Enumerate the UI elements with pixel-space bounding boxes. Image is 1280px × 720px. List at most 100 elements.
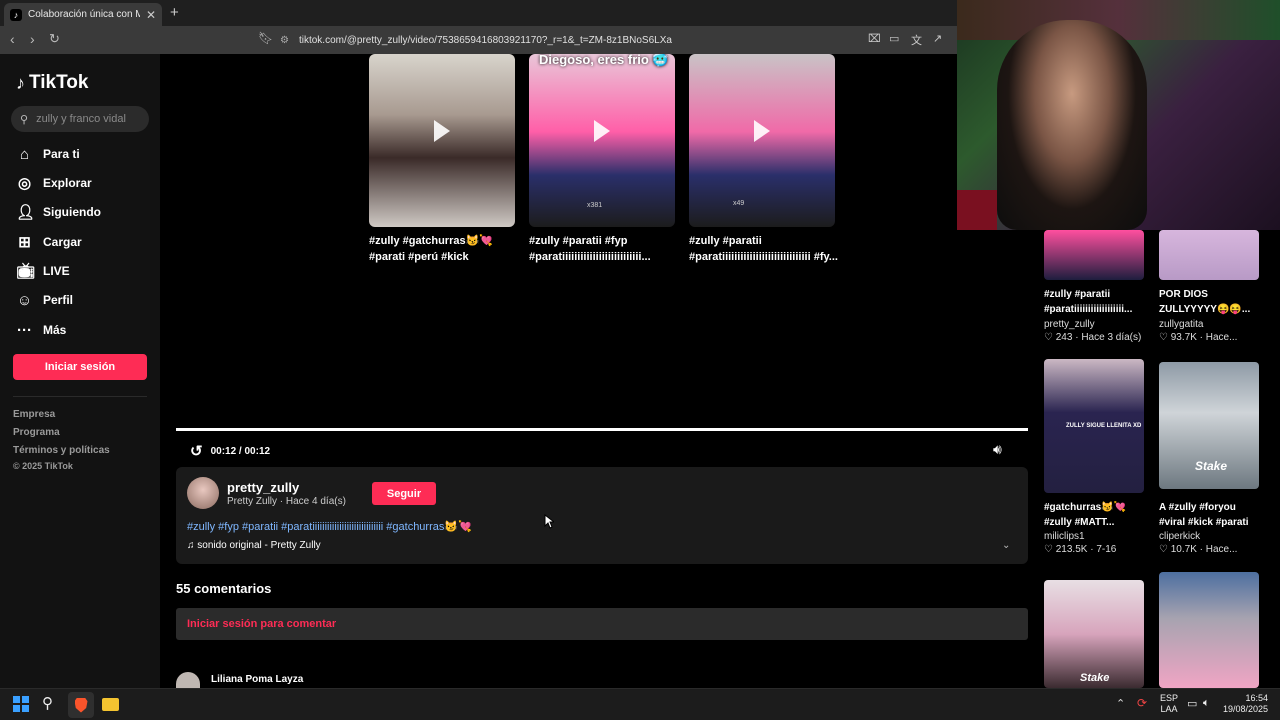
- plus-square-icon: ⊞: [18, 234, 31, 251]
- related-video-caption[interactable]: #zully #paratii #fyp #paratiiiiiiiiiiiii…: [529, 233, 679, 265]
- site-info-icon[interactable]: ⚙: [280, 35, 289, 46]
- suggested-video-caption[interactable]: POR DIOS ZULLYYYYY😝😝...: [1159, 287, 1269, 317]
- comment-author[interactable]: Liliana Poma Layza: [211, 674, 303, 685]
- suggested-video-author[interactable]: miliclips1: [1044, 531, 1085, 542]
- avatar[interactable]: [187, 477, 219, 509]
- footer-link-empresa[interactable]: Empresa: [13, 409, 55, 420]
- caption-line: #zully #paratii: [689, 235, 762, 247]
- mouse-cursor-icon: [544, 514, 554, 529]
- stake-watermark: Stake: [1080, 672, 1110, 684]
- pip-icon[interactable]: ▭: [889, 32, 899, 45]
- related-video-caption[interactable]: #zully #paratii #paratiiiiiiiiiiiiiiiiii…: [689, 233, 839, 265]
- search-input[interactable]: ⚲ zully y franco vidal: [11, 106, 149, 132]
- translate-icon[interactable]: 文: [911, 32, 922, 48]
- suggested-video-caption[interactable]: A #zully #foryou #viral #kick #parati: [1159, 500, 1269, 530]
- compass-icon: ◎: [17, 175, 32, 192]
- music-link[interactable]: ♫ sonido original - Pretty Zully: [187, 540, 321, 551]
- clock-date: 19/08/2025: [1222, 704, 1268, 714]
- bookmark-icon[interactable]: 🔖︎: [258, 31, 273, 45]
- sidebar-item-label: Explorar: [43, 176, 92, 190]
- language-indicator[interactable]: ESP LAA: [1160, 693, 1178, 715]
- sidebar-item-explorar[interactable]: ◎ Explorar: [16, 173, 92, 193]
- windows-start-icon[interactable]: [13, 696, 29, 712]
- commenter-avatar[interactable]: [176, 672, 200, 688]
- taskbar-search-icon[interactable]: ⚲: [42, 694, 53, 712]
- sidebar-item-live[interactable]: 📺︎ LIVE: [16, 261, 70, 281]
- video-description[interactable]: #zully #fyp #paratii #paratiiiiiiiiiiiii…: [187, 520, 472, 533]
- suggested-video-thumbnail[interactable]: [1044, 230, 1144, 280]
- reader-mode-icon[interactable]: ⌧: [868, 32, 881, 45]
- caption-line: #zully #paratii #fyp: [529, 235, 628, 247]
- comment-login-label: Iniciar sesión para comentar: [187, 618, 337, 630]
- suggested-video-meta: ♡ 243 · Hace 3 día(s): [1044, 332, 1142, 343]
- suggested-video-caption[interactable]: #gatchurras😼💘 #zully #MATT...: [1044, 500, 1154, 530]
- footer-link-terminos[interactable]: Términos y políticas: [13, 445, 110, 456]
- sidebar-item-perfil[interactable]: ☺ Perfil: [16, 290, 73, 310]
- login-button[interactable]: Iniciar sesión: [13, 354, 147, 380]
- file-explorer-icon[interactable]: [102, 698, 119, 711]
- caption-line: ZULLYYYYY😝😝...: [1159, 304, 1251, 315]
- caption-line: #zully #gatchurras😼💘: [369, 235, 493, 247]
- sidebar-item-mas[interactable]: ··· Más: [16, 320, 66, 340]
- suggested-video-thumbnail[interactable]: ZULLY SIGUE LLENITA XD: [1044, 359, 1144, 493]
- suggested-video-author[interactable]: zullygatita: [1159, 319, 1203, 330]
- suggested-video-meta: ♡ 213.5K · 7-16: [1044, 544, 1117, 555]
- logo-text: TikTok: [29, 72, 89, 93]
- caption-line: #parati #perú #kick: [369, 251, 469, 263]
- chevron-down-icon[interactable]: ⌄: [1002, 540, 1010, 551]
- chevron-up-icon[interactable]: ⌃: [1116, 697, 1125, 710]
- sidebar-item-label: Siguiendo: [43, 205, 101, 219]
- play-icon: [594, 120, 610, 142]
- suggested-video-author[interactable]: cliperkick: [1159, 531, 1200, 542]
- video-progress-bar[interactable]: [176, 428, 1028, 431]
- footer-link-programa[interactable]: Programa: [13, 427, 60, 438]
- sidebar-item-label: Cargar: [43, 235, 82, 249]
- browser-tab[interactable]: ♪ Colaboración única con Matnaru ✕: [4, 3, 162, 26]
- address-bar[interactable]: ⚙ tiktok.com/@pretty_zully/video/7538659…: [280, 30, 840, 50]
- related-video-thumbnail[interactable]: x49: [689, 54, 835, 227]
- sidebar-item-siguiendo[interactable]: 👤︎ Siguiendo: [16, 202, 101, 222]
- speaker-icon[interactable]: 🔈︎: [1203, 697, 1210, 710]
- stake-watermark: Stake: [1195, 459, 1228, 473]
- tab-title: Colaboración única con Matnaru: [28, 9, 140, 20]
- volume-icon[interactable]: 🔊︎: [993, 441, 1002, 458]
- clock-time: 16:54: [1245, 693, 1268, 703]
- suggested-video-caption[interactable]: #zully #paratii #paratiiiiiiiiiiiiiiiiii…: [1044, 287, 1154, 317]
- related-video-thumbnail[interactable]: [369, 54, 515, 227]
- suggested-video-author[interactable]: pretty_zully: [1044, 319, 1095, 330]
- sync-icon[interactable]: ⟳: [1137, 696, 1147, 710]
- forward-icon[interactable]: ›: [30, 31, 35, 47]
- follow-button[interactable]: Seguir: [372, 482, 436, 505]
- sidebar-item-para-ti[interactable]: ⌂ Para ti: [16, 144, 80, 164]
- sidebar-item-label: Para ti: [43, 147, 80, 161]
- reload-icon[interactable]: ↻: [49, 31, 60, 47]
- home-icon: ⌂: [19, 145, 30, 163]
- tiktok-favicon-icon: ♪: [10, 8, 22, 21]
- player-time: ↺ 00:12 / 00:12: [190, 442, 270, 460]
- back-icon[interactable]: ‹: [10, 31, 15, 47]
- related-video-thumbnail[interactable]: Diegoso, eres frio 🥶 x381: [529, 54, 675, 227]
- new-tab-button[interactable]: +: [170, 4, 179, 21]
- suggested-video-thumbnail[interactable]: [1159, 572, 1259, 688]
- caption-line: #paratiiiiiiiiiiiiiiiiiiiiiiiiiiiii #fy.…: [689, 251, 838, 263]
- suggested-video-thumbnail[interactable]: [1159, 230, 1259, 280]
- comment-login-prompt[interactable]: Iniciar sesión para comentar: [176, 608, 1028, 640]
- suggested-video-thumbnail[interactable]: Stake: [1044, 580, 1144, 688]
- close-tab-icon[interactable]: ✕: [146, 8, 156, 22]
- sidebar-item-cargar[interactable]: ⊞ Cargar: [16, 232, 82, 252]
- url-text: tiktok.com/@pretty_zully/video/753865941…: [298, 34, 672, 46]
- taskbar-brave-app[interactable]: [68, 692, 94, 718]
- gift-counter: x381: [587, 202, 603, 209]
- author-username[interactable]: pretty_zully: [227, 480, 299, 495]
- replay-icon[interactable]: ↺: [190, 442, 203, 460]
- sidebar-item-label: Más: [43, 323, 67, 337]
- network-icon[interactable]: ▭: [1187, 697, 1197, 710]
- brave-browser-icon: [74, 697, 88, 713]
- language-code: ESP: [1160, 693, 1179, 703]
- related-video-caption[interactable]: #zully #gatchurras😼💘 #parati #perú #kick: [369, 233, 519, 265]
- tiktok-logo[interactable]: ♪ TikTok: [16, 72, 88, 94]
- share-icon[interactable]: ↗: [933, 32, 942, 45]
- suggested-video-thumbnail[interactable]: Stake: [1159, 362, 1259, 489]
- time-display: 00:12 / 00:12: [210, 445, 271, 457]
- system-clock[interactable]: 16:54 19/08/2025: [1222, 693, 1268, 715]
